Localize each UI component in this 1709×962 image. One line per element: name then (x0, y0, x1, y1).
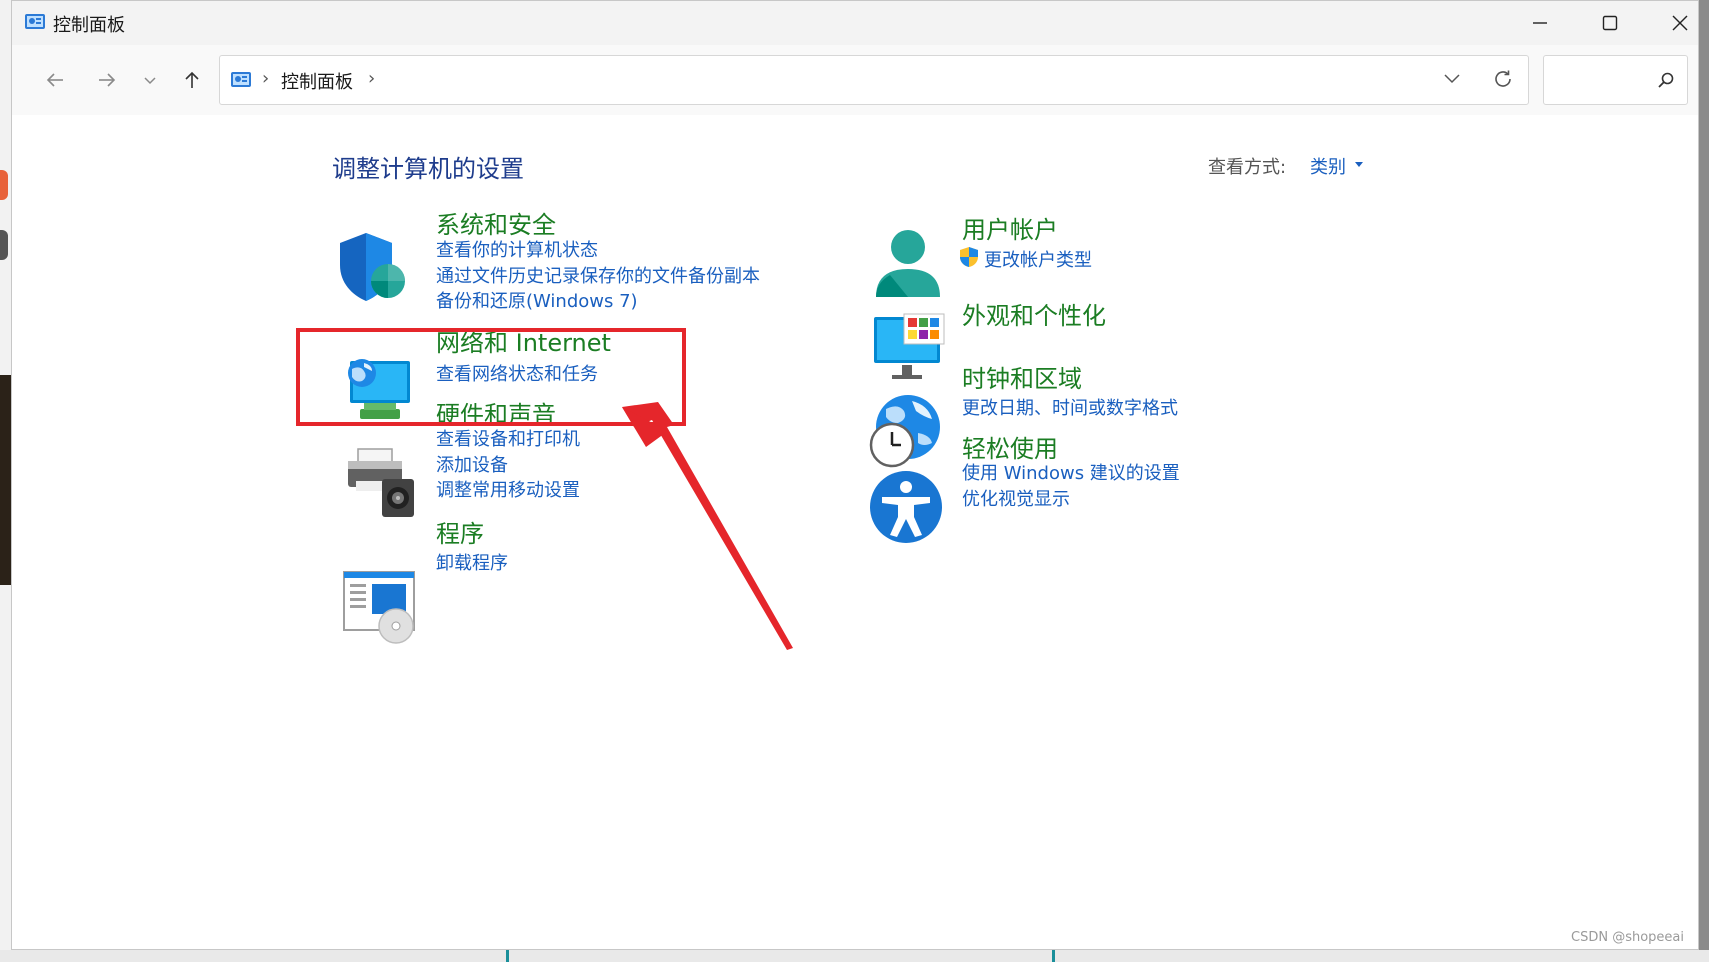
background-mark (506, 950, 509, 962)
title-bar: 控制面板 (12, 1, 1698, 45)
link-optimize-visual-display[interactable]: 优化视觉显示 (962, 485, 1070, 511)
background-app-icon (0, 230, 8, 260)
background-app-icon (0, 170, 8, 200)
back-button[interactable] (38, 63, 72, 97)
category-title-user-accounts[interactable]: 用户帐户 (962, 210, 1058, 245)
minimize-button[interactable] (1505, 1, 1575, 45)
address-bar[interactable]: › 控制面板 › (219, 55, 1529, 105)
page-title: 调整计算机的设置 (332, 155, 524, 183)
window-title: 控制面板 (53, 15, 125, 36)
watermark: CSDN @shopeeai (1571, 930, 1684, 945)
link-view-computer-status[interactable]: 查看你的计算机状态 (436, 236, 598, 262)
navigation-bar: › 控制面板 › (12, 45, 1698, 115)
refresh-icon (1495, 70, 1511, 87)
close-icon (1672, 15, 1688, 31)
breadcrumb-separator: › (262, 68, 270, 89)
link-uninstall-program[interactable]: 卸载程序 (436, 549, 508, 575)
arrow-left-icon (46, 73, 63, 87)
search-box[interactable] (1543, 55, 1688, 105)
link-mobility-settings[interactable]: 调整常用移动设置 (436, 476, 580, 502)
clock-globe-icon[interactable] (868, 393, 944, 469)
breadcrumb-separator[interactable]: › (368, 68, 375, 89)
programs-icon[interactable] (342, 570, 418, 646)
arrow-up-icon (185, 71, 199, 88)
breadcrumb-item-control-panel[interactable]: 控制面板 (281, 68, 353, 94)
accessibility-icon[interactable] (868, 469, 944, 545)
user-icon[interactable] (870, 227, 946, 303)
category-title-clock-region[interactable]: 时钟和区域 (962, 359, 1082, 394)
maximize-button[interactable] (1575, 1, 1645, 45)
shield-icon[interactable] (334, 229, 410, 305)
control-panel-window: 控制面板 › 控制面板 › 调整计算机的设置 查看方式: 类别 系统和安全 查看… (11, 0, 1699, 950)
link-devices-printers[interactable]: 查看设备和打印机 (436, 425, 580, 451)
link-add-device[interactable]: 添加设备 (436, 451, 508, 477)
printer-icon[interactable] (344, 445, 420, 521)
search-icon[interactable] (1657, 71, 1675, 89)
maximize-icon (1602, 15, 1618, 31)
minimize-icon (1533, 22, 1547, 24)
background-mark (1052, 950, 1055, 962)
link-change-account-type[interactable]: 更改帐户类型 (984, 246, 1092, 272)
view-by-dropdown[interactable]: 类别 (1310, 153, 1346, 179)
recent-locations-button[interactable] (133, 63, 167, 97)
search-input[interactable] (1550, 64, 1654, 96)
link-date-time-number-format[interactable]: 更改日期、时间或数字格式 (962, 394, 1178, 420)
refresh-button[interactable] (1492, 68, 1514, 94)
close-button[interactable] (1645, 1, 1698, 45)
up-button[interactable] (175, 63, 209, 97)
caret-down-icon[interactable] (1355, 162, 1363, 167)
category-title-appearance-personalization[interactable]: 外观和个性化 (962, 296, 1106, 331)
control-panel-content: 调整计算机的设置 查看方式: 类别 系统和安全 查看你的计算机状态 通过文件历史… (12, 115, 1698, 949)
category-title-system-security[interactable]: 系统和安全 (436, 205, 556, 240)
annotation-highlight-box (296, 328, 686, 426)
chevron-down-icon (1444, 74, 1460, 84)
uac-shield-icon (960, 247, 978, 267)
control-panel-icon (25, 14, 45, 29)
category-title-programs[interactable]: 程序 (436, 514, 484, 549)
forward-button[interactable] (90, 63, 124, 97)
chevron-down-icon (144, 77, 156, 85)
link-windows-recommended-settings[interactable]: 使用 Windows 建议的设置 (962, 459, 1180, 485)
annotation-arrow (622, 402, 793, 650)
desktop-background-bottom (0, 950, 1709, 962)
view-by-label: 查看方式: (1208, 157, 1287, 178)
link-backup-restore[interactable]: 备份和还原(Windows 7) (436, 287, 638, 313)
link-file-history-backup[interactable]: 通过文件历史记录保存你的文件备份副本 (436, 262, 760, 288)
appearance-icon[interactable] (872, 313, 948, 389)
control-panel-icon (231, 72, 251, 87)
arrow-right-icon (99, 73, 116, 87)
address-history-button[interactable] (1442, 68, 1462, 92)
